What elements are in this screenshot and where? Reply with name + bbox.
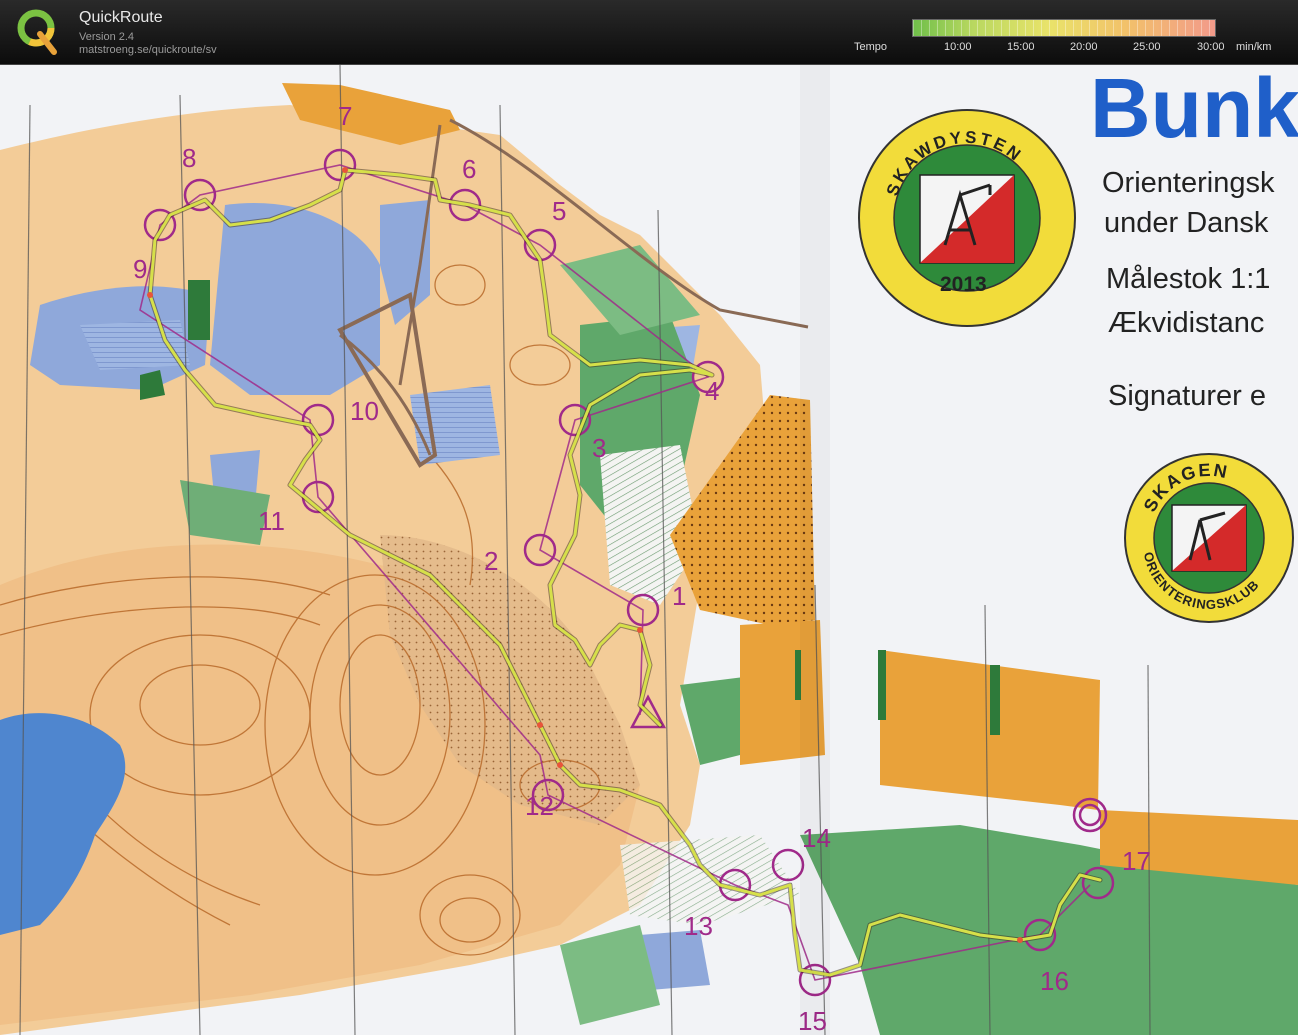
map-title: Bunk [1090,65,1298,155]
control-number-5: 5 [552,196,566,226]
control-number-9: 9 [133,254,147,284]
control-number-16: 16 [1040,966,1069,996]
info-line-3: Målestok 1:1 [1106,263,1270,295]
control-number-8: 8 [182,143,196,173]
skawdysten-badge: SKAWDYSTEN 2013 [858,109,1076,327]
control-number-1: 1 [672,581,686,611]
control-number-7: 7 [338,101,352,131]
tempo-label: Tempo [854,41,888,53]
tempo-color-scale [912,19,1216,37]
title-bar: QuickRoute Version 2.4 matstroeng.se/qui… [0,0,1298,65]
info-line-2: under Dansk [1104,207,1269,239]
control-number-11: 11 [258,506,285,536]
control-number-17: 17 [1122,846,1151,876]
map-canvas[interactable]: 1 2 3 4 5 6 7 8 9 10 11 12 13 14 15 16 1… [0,65,1298,1035]
tempo-tick-30: 30:00 [1197,41,1225,53]
tempo-tick-10: 10:00 [944,41,972,53]
tempo-tick-15: 15:00 [1007,41,1035,53]
info-line-4: Ækvidistanc [1108,307,1264,339]
badge1-year: 2013 [940,273,987,296]
tempo-tick-25: 25:00 [1133,41,1161,53]
control-number-2: 2 [484,546,498,576]
app-url: matstroeng.se/quickroute/sv [79,44,217,56]
info-line-5: Signaturer e [1108,380,1266,412]
skagen-ok-badge: SKAGEN ORIENTERINGSKLUB [1124,453,1294,623]
control-number-12: 12 [525,791,554,821]
control-number-3: 3 [592,433,606,463]
tempo-tick-20: 20:00 [1070,41,1098,53]
app-title: QuickRoute [79,9,163,26]
tempo-unit: min/km [1236,41,1272,53]
control-number-13: 13 [684,911,713,941]
control-number-6: 6 [462,154,476,184]
app-version: Version 2.4 [79,31,135,43]
control-number-4: 4 [705,376,719,406]
info-line-1: Orienteringsk [1102,167,1275,199]
orienteering-map: 1 2 3 4 5 6 7 8 9 10 11 12 13 14 15 16 1… [0,65,1298,1035]
control-number-10: 10 [350,396,379,426]
quickroute-logo [17,9,57,55]
